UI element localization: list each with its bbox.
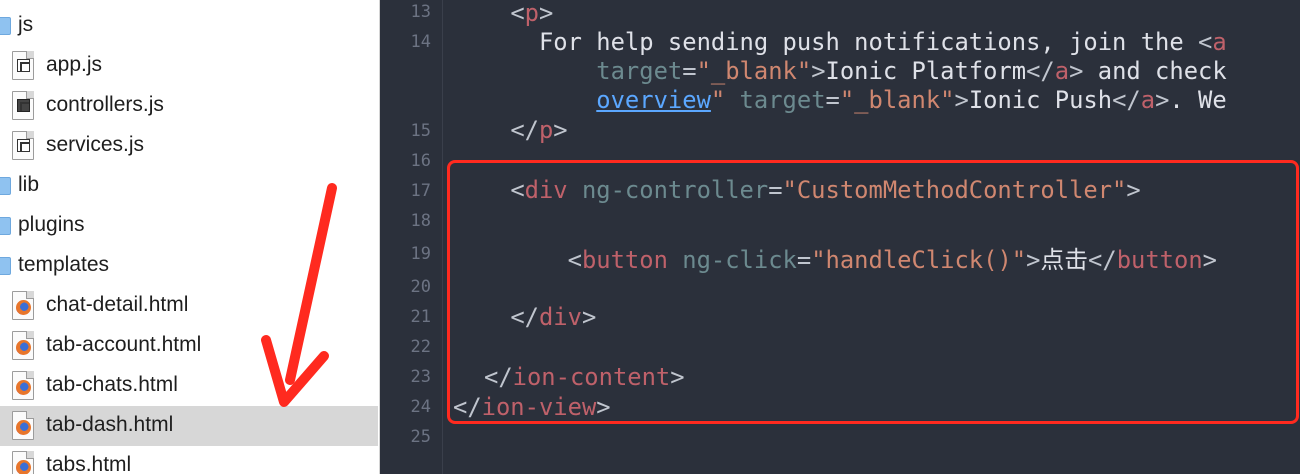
folder-icon [0, 177, 11, 195]
tree-item-label: js [18, 13, 34, 36]
js-file-icon [12, 131, 34, 160]
line-number: 23 [410, 367, 431, 387]
js-file-icon [12, 51, 34, 80]
line-number: 15 [410, 121, 431, 141]
code-line-14-wrap-2: overview" target="_blank">Ionic Push</a>… [596, 86, 1227, 114]
tree-file-controllers-js[interactable]: controllers.js [0, 86, 378, 126]
firefox-html-file-icon [12, 411, 34, 440]
line-number: 20 [410, 277, 431, 297]
folder-icon [0, 17, 11, 35]
tree-file-services-js[interactable]: services.js [0, 126, 378, 166]
firefox-html-file-icon [12, 291, 34, 320]
line-number: 16 [410, 151, 431, 171]
tree-item-label: app.js [46, 53, 103, 76]
tree-item-label: lib [18, 173, 40, 196]
tree-item-label: controllers.js [46, 93, 164, 116]
tree-file-app-js[interactable]: app.js [0, 46, 378, 86]
line-number: 17 [410, 181, 431, 201]
line-number: 21 [410, 307, 431, 327]
tree-file-tabs[interactable]: tabs.html [0, 446, 378, 474]
tree-item-label: services.js [46, 133, 145, 156]
line-number-gutter: 13 14 15 16 17 18 19 20 21 22 23 24 25 [381, 0, 443, 474]
folder-icon [0, 257, 11, 275]
firefox-html-file-icon [12, 451, 34, 474]
highlight-annotation-box [447, 160, 1299, 424]
firefox-html-file-icon [12, 371, 34, 400]
code-link[interactable]: overview [596, 86, 711, 114]
red-arrow-annotation [261, 183, 337, 407]
code-line-15: </p> [510, 116, 568, 144]
code-line-14: For help sending push notifications, joi… [538, 28, 1227, 56]
js-file-icon [12, 91, 34, 120]
line-number: 19 [410, 244, 431, 264]
line-number: 22 [410, 337, 431, 357]
tree-item-label: chat-detail.html [46, 293, 189, 316]
line-number: 24 [410, 397, 431, 417]
line-number: 13 [410, 2, 431, 22]
tree-item-label: tab-dash.html [46, 413, 174, 436]
folder-icon [0, 217, 11, 235]
code-line-13: <p> [510, 0, 554, 27]
line-number: 25 [410, 427, 431, 447]
tree-folder-js[interactable]: js [0, 6, 378, 46]
tree-item-label: tabs.html [46, 453, 132, 474]
code-line-14-wrap-1: target="_blank">Ionic Platform</a> and c… [596, 57, 1227, 85]
tree-item-label: tab-account.html [46, 333, 202, 356]
code-editor[interactable]: 13 14 15 16 17 18 19 20 21 22 23 24 25 <… [381, 0, 1300, 474]
line-number: 18 [410, 211, 431, 231]
firefox-html-file-icon [12, 331, 34, 360]
tree-item-label: plugins [18, 213, 85, 236]
tree-item-label: tab-chats.html [46, 373, 178, 396]
line-number: 14 [410, 32, 431, 52]
tree-item-label: templates [18, 253, 110, 276]
